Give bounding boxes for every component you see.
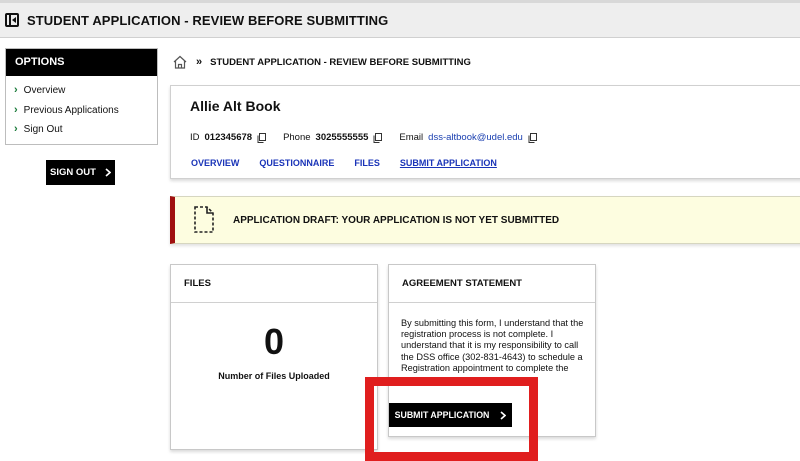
files-count-caption: Number of Files Uploaded — [218, 371, 330, 381]
nav-link-questionnaire[interactable]: QUESTIONNAIRE — [259, 158, 334, 168]
id-value: 012345678 — [204, 132, 253, 143]
sidebar-item-sign-out[interactable]: › Sign Out — [6, 120, 157, 140]
sidebar: OPTIONS › Overview › Previous Applications… — [5, 48, 158, 145]
email-link[interactable]: dss-altbook@udel.edu — [428, 132, 523, 143]
home-icon[interactable] — [172, 54, 188, 70]
sidebar-item-previous-applications[interactable]: › Previous Applications — [6, 101, 157, 121]
top-bar: STUDENT APPLICATION - REVIEW BEFORE SUBM… — [0, 0, 800, 38]
email-label: Email — [399, 132, 424, 143]
phone-label: Phone — [283, 132, 311, 143]
sign-out-label: SIGN OUT — [50, 167, 96, 178]
files-count: 0 — [263, 321, 285, 362]
nav-link-submit-application[interactable]: SUBMIT APPLICATION — [400, 158, 497, 168]
student-name: Allie Alt Book — [190, 98, 281, 114]
page-title: STUDENT APPLICATION - REVIEW BEFORE SUBM… — [27, 12, 389, 28]
nav-link-files[interactable]: FILES — [354, 158, 380, 168]
agreement-card-title: AGREEMENT STATEMENT — [389, 265, 595, 303]
chevron-right-icon: › — [14, 123, 18, 135]
id-label: ID — [190, 132, 200, 143]
student-identifiers: ID 012345678 Phone 3025555555 Email dss-… — [190, 132, 554, 143]
chevron-right-icon: › — [14, 103, 18, 116]
sidebar-item-label: Overview — [23, 85, 66, 96]
student-profile-card: Allie Alt Book ID 012345678 Phone 302555… — [170, 85, 800, 179]
sidebar-heading: OPTIONS — [6, 49, 157, 76]
draft-notice-banner: APPLICATION DRAFT: YOUR APPLICATION IS N… — [170, 196, 800, 244]
breadcrumb-current: STUDENT APPLICATION - REVIEW BEFORE SUBM… — [210, 56, 471, 68]
copy-icon[interactable] — [257, 132, 267, 143]
document-draft-icon — [194, 206, 214, 233]
copy-icon[interactable] — [373, 132, 383, 143]
profile-nav: OVERVIEW QUESTIONNAIRE FILES SUBMIT APPL… — [191, 158, 517, 168]
sidebar-menu: › Overview › Previous Applications › Sign O… — [6, 76, 157, 144]
sidebar-item-label: Previous Applications — [23, 104, 119, 116]
breadcrumb: » STUDENT APPLICATION - REVIEW BEFORE SU… — [172, 52, 471, 72]
breadcrumb-separator: » — [196, 56, 203, 68]
agreement-text: By submitting this form, I understand th… — [401, 318, 584, 375]
nav-link-overview[interactable]: OVERVIEW — [191, 158, 239, 168]
files-card-title: FILES — [171, 265, 377, 303]
phone-value: 3025555555 — [315, 132, 369, 143]
sidebar-item-label: Sign Out — [23, 124, 63, 135]
draft-notice-text: APPLICATION DRAFT: YOUR APPLICATION IS N… — [233, 214, 560, 226]
files-card: FILES 0 Number of Files Uploaded — [170, 264, 378, 450]
chevron-right-icon: › — [14, 84, 18, 96]
copy-icon[interactable] — [528, 132, 537, 143]
sign-out-button[interactable]: SIGN OUT — [46, 160, 115, 185]
sidebar-item-overview[interactable]: › Overview — [6, 81, 157, 101]
chevron-right-icon — [105, 168, 111, 177]
highlight-box — [365, 377, 538, 461]
sidebar-toggle-icon[interactable] — [5, 13, 19, 27]
